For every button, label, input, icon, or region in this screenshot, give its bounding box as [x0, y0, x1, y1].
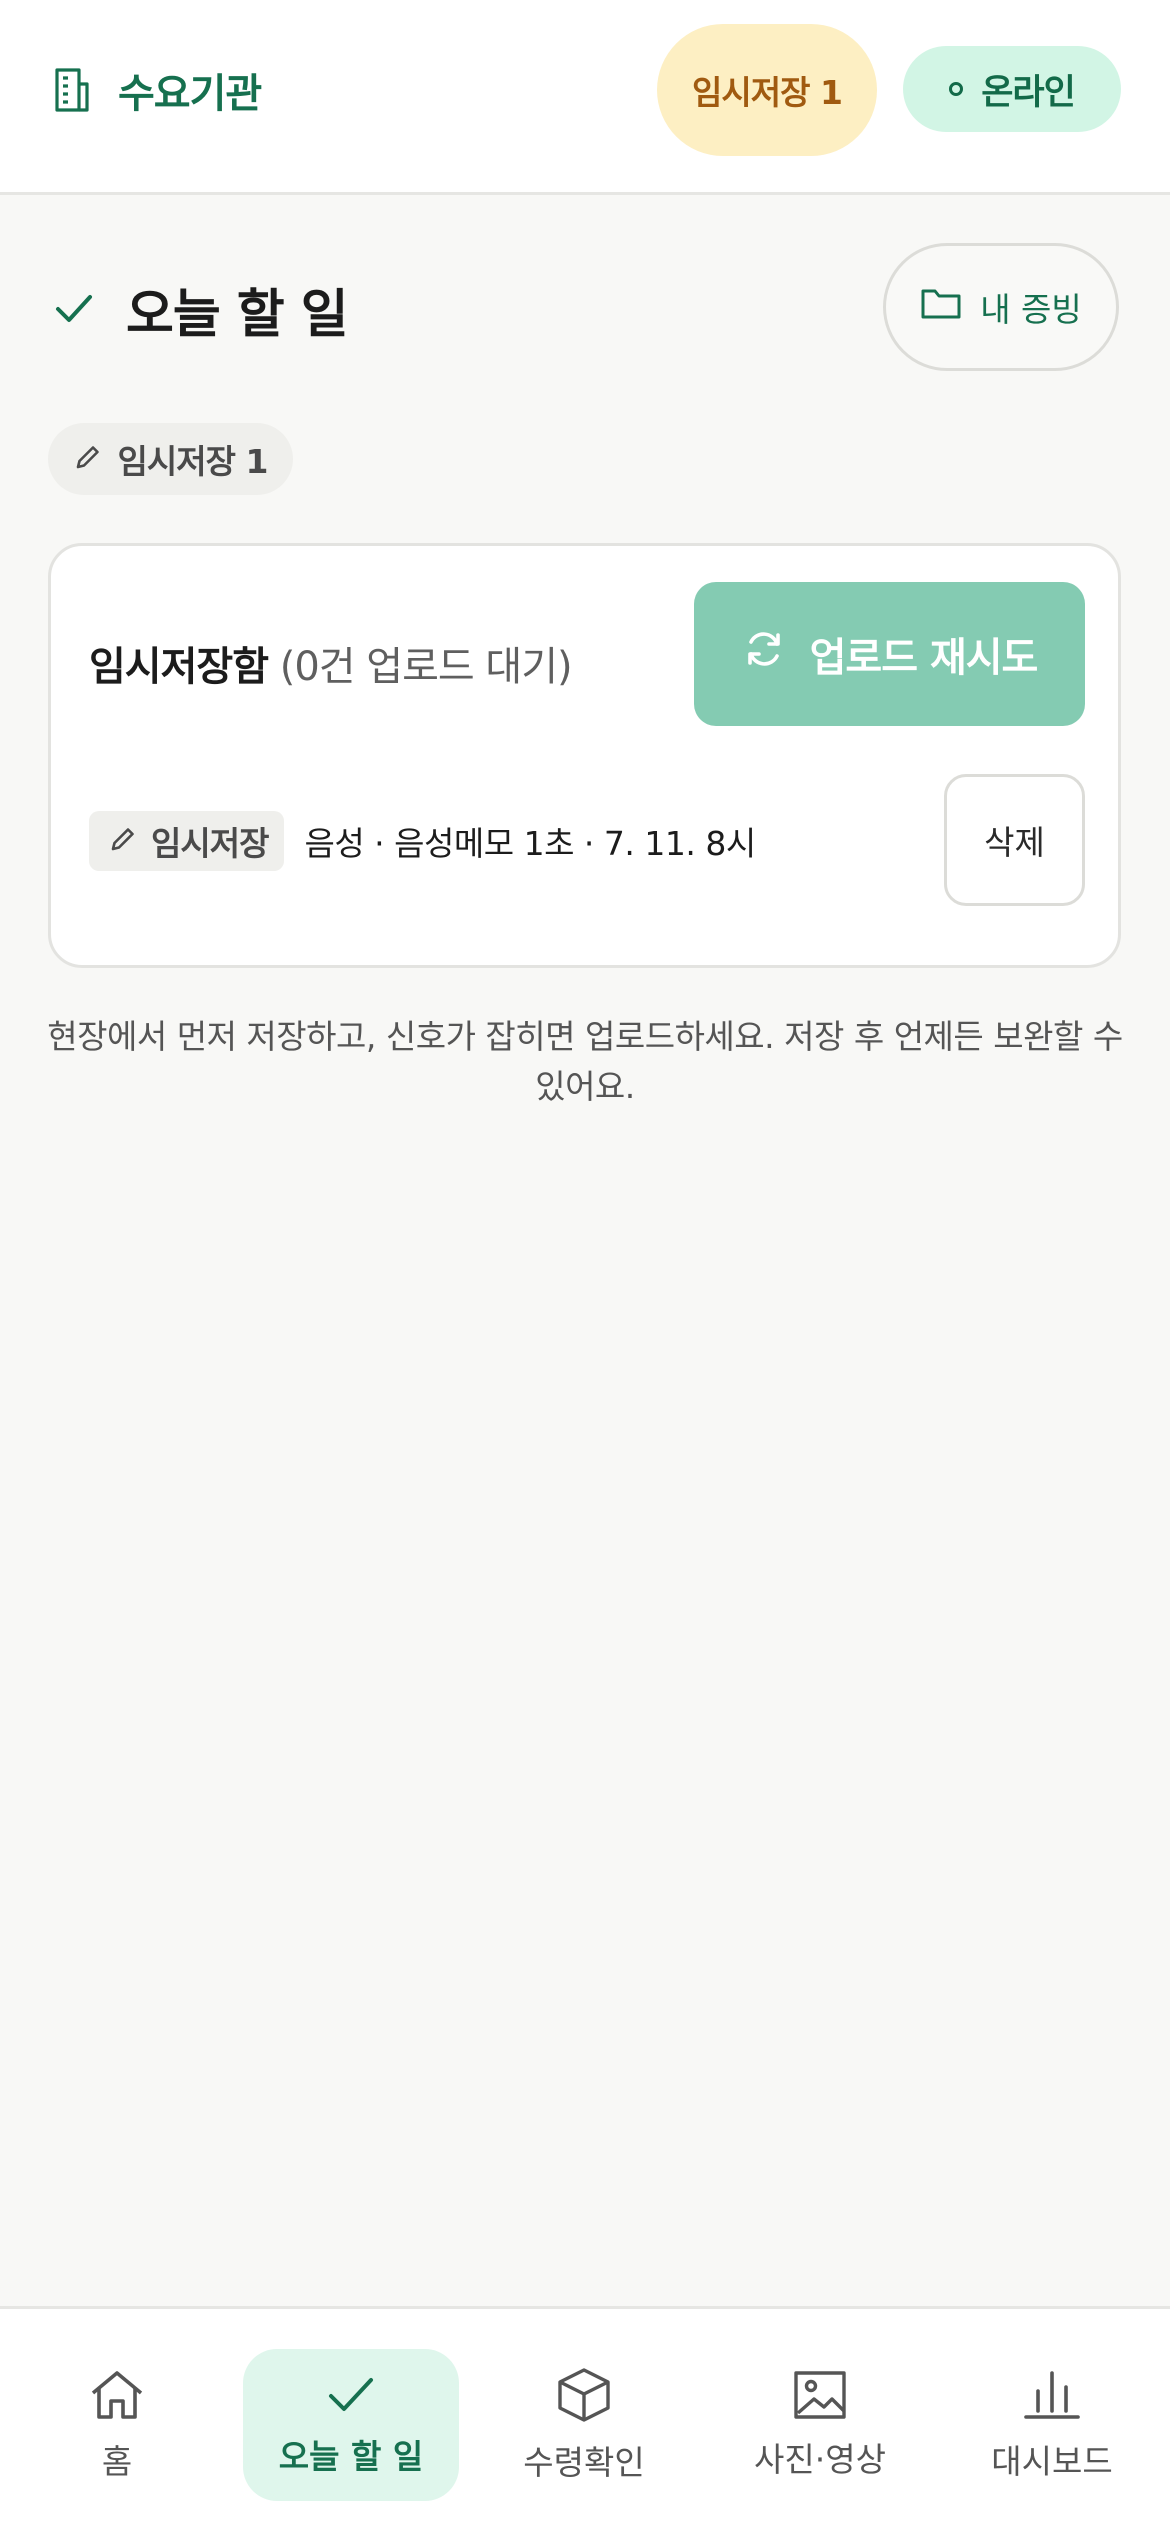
tab-receipt[interactable]: 수령확인 [514, 2349, 654, 2501]
check-icon [52, 286, 96, 334]
retry-upload-button[interactable]: 업로드 재시도 [694, 582, 1085, 726]
helper-text: 현장에서 먼저 저장하고, 신호가 잡히면 업로드하세요. 저장 후 언제든 보… [47, 1017, 1123, 1106]
box-icon [554, 2366, 614, 2424]
image-icon [792, 2369, 848, 2421]
tab-label: 대시보드 [991, 2442, 1113, 2481]
tab-photo-video[interactable]: 사진·영상 [745, 2349, 895, 2501]
list-item[interactable]: 임시저장 음성 · 음성메모 1초 · 7. 11. 8시 [89, 810, 756, 872]
outbox-pending-count: (0건 업로드 대기) [279, 644, 573, 690]
draft-badge: 임시저장 [89, 811, 285, 871]
retry-upload-label: 업로드 재시도 [809, 635, 1039, 681]
draft-badge-label: 임시저장 [151, 824, 269, 863]
outbox-title-text: 임시저장함 [89, 644, 269, 690]
app-header: 수요기관 임시저장 1 온라인 [0, 0, 1170, 195]
pencil-icon [109, 822, 137, 861]
outbox-card: 임시저장함 (0건 업로드 대기) 업로드 재시도 임시저장 음성 · 음성메모… [48, 543, 1121, 968]
brand: 수요기관 [52, 60, 262, 120]
refresh-icon [742, 627, 786, 681]
tab-label: 사진·영상 [754, 2440, 886, 2479]
delete-button[interactable]: 삭제 [944, 774, 1085, 906]
app-title: 수요기관 [118, 71, 262, 117]
bottom-nav: 홈 오늘 할 일 수령확인 사진·영상 대시보드 [0, 2306, 1170, 2532]
draft-filter-chip[interactable]: 임시저장 1 [48, 423, 293, 495]
item-description: 음성 · 음성메모 1초 · 7. 11. 8시 [304, 824, 756, 863]
outbox-title: 임시저장함 (0건 업로드 대기) [89, 634, 573, 692]
my-evidence-button[interactable]: 내 증빙 [883, 243, 1119, 371]
tab-label: 홈 [101, 2442, 133, 2481]
pencil-icon [74, 440, 102, 479]
connection-status-pill: 온라인 [903, 46, 1121, 132]
tab-home[interactable]: 홈 [60, 2349, 174, 2501]
draft-count-pill[interactable]: 임시저장 1 [657, 24, 877, 156]
home-icon [87, 2367, 147, 2423]
page-title: 오늘 할 일 [52, 272, 349, 347]
check-icon [325, 2372, 377, 2418]
building-icon [52, 66, 92, 114]
folder-icon [920, 285, 962, 329]
my-evidence-label: 내 증빙 [980, 290, 1082, 329]
draft-chip-label: 임시저장 1 [117, 442, 269, 481]
status-dot-icon [949, 82, 964, 96]
tab-today[interactable]: 오늘 할 일 [243, 2349, 459, 2501]
tab-dashboard[interactable]: 대시보드 [980, 2349, 1124, 2501]
connection-status-label: 온라인 [981, 72, 1076, 113]
tab-label: 수령확인 [523, 2443, 645, 2482]
page-title-text: 오늘 할 일 [126, 285, 349, 345]
bar-chart-icon [1022, 2367, 1082, 2423]
tab-label: 오늘 할 일 [278, 2437, 424, 2476]
